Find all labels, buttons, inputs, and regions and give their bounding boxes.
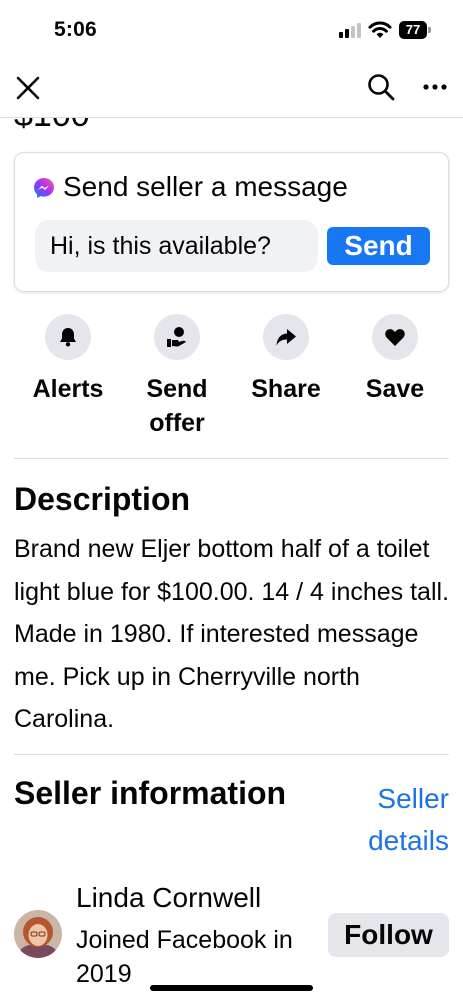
share-label: Share xyxy=(251,375,321,403)
message-input[interactable] xyxy=(35,220,318,272)
send-button[interactable]: Send xyxy=(327,227,430,265)
search-icon[interactable] xyxy=(366,72,396,102)
close-icon[interactable] xyxy=(14,74,42,102)
share-button[interactable] xyxy=(263,314,309,360)
save-action[interactable]: Save xyxy=(340,314,450,406)
offer-icon xyxy=(167,327,186,347)
status-time: 5:06 xyxy=(54,18,97,41)
seller-details-link[interactable]: Seller details xyxy=(355,778,449,862)
bell-icon xyxy=(60,328,76,347)
battery-icon: 77 xyxy=(399,21,431,39)
alerts-button[interactable] xyxy=(45,314,91,360)
share-action[interactable]: Share xyxy=(231,314,341,406)
save-label: Save xyxy=(365,375,425,403)
send-seller-message-card: Send seller a message Send xyxy=(14,152,449,292)
top-navbar xyxy=(0,60,463,118)
heart-icon xyxy=(385,329,405,346)
save-button[interactable] xyxy=(372,314,418,360)
more-icon[interactable] xyxy=(420,72,450,102)
wifi-icon xyxy=(368,21,392,38)
follow-button[interactable]: Follow xyxy=(328,913,449,957)
send-offer-button[interactable] xyxy=(154,314,200,360)
description-heading: Description xyxy=(14,481,191,517)
seller-info-heading: Seller information xyxy=(14,775,287,811)
action-row: Alerts Send offer Share Save xyxy=(0,314,463,444)
seller-joined-text: Joined Facebook in 2019 xyxy=(76,926,293,988)
description-text: Brand new Eljer bottom half of a toilet … xyxy=(14,535,450,733)
send-offer-action[interactable]: Send offer xyxy=(122,314,232,440)
battery-level: 77 xyxy=(399,21,427,39)
home-indicator xyxy=(150,985,313,991)
alerts-label: Alerts xyxy=(32,375,104,403)
status-bar: 5:06 77 xyxy=(0,0,463,60)
avatar[interactable] xyxy=(14,910,62,958)
divider xyxy=(14,458,449,459)
seller-name[interactable]: Linda Cornwell xyxy=(76,882,261,914)
messenger-icon xyxy=(34,178,54,198)
send-offer-label: Send offer xyxy=(146,375,208,437)
share-icon xyxy=(276,329,296,346)
card-title: Send seller a message xyxy=(63,171,348,202)
divider xyxy=(14,754,449,755)
alerts-action[interactable]: Alerts xyxy=(13,314,123,406)
cellular-signal-icon xyxy=(339,22,363,38)
